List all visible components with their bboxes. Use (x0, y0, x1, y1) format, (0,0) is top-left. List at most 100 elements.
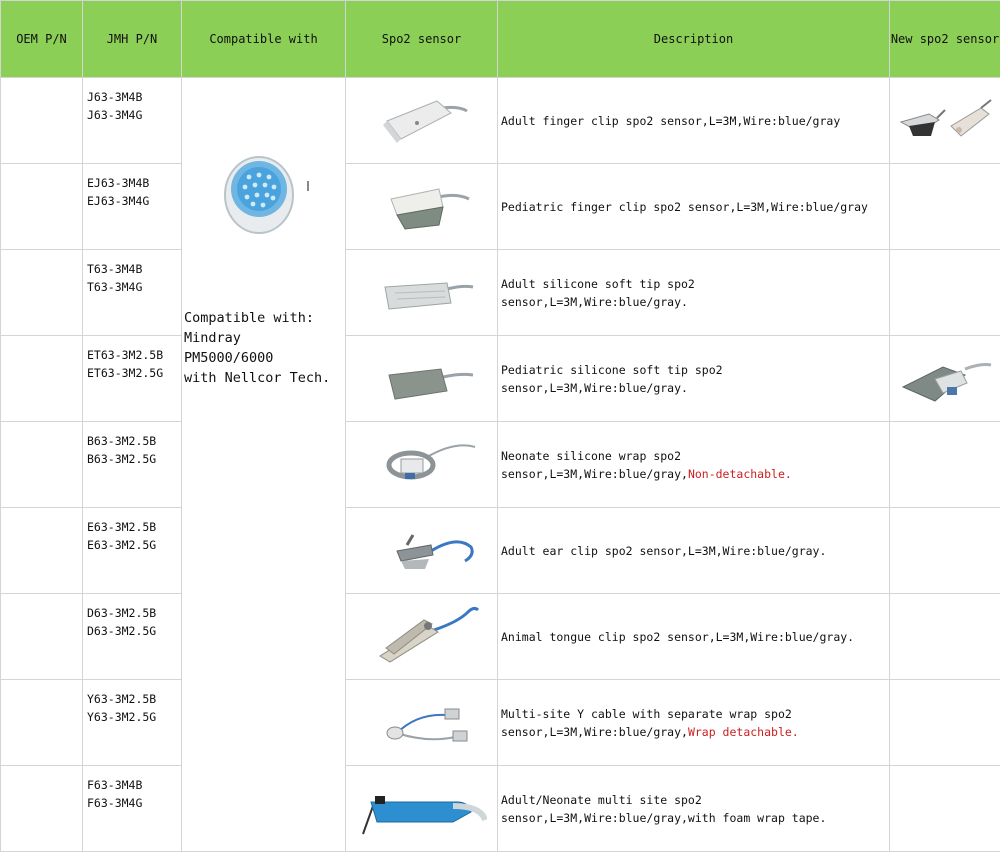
new-sensor-cell (890, 508, 1000, 594)
jmh-pn-cell: D63-3M2.5B D63-3M2.5G (83, 594, 182, 680)
description-cell: Neonate silicone wrap spo2 sensor,L=3M,W… (498, 422, 890, 508)
new-sensor-cell (890, 766, 1000, 852)
jmh-pn-gray: F63-3M4G (87, 794, 181, 812)
new-sensor-cell (890, 164, 1000, 250)
new-soft-tip-icon (895, 349, 995, 409)
foam-wrap-icon (357, 776, 487, 842)
description-text: Pediatric finger clip spo2 sensor,L=3M,W… (501, 200, 868, 214)
y-cable-icon (367, 693, 477, 753)
sensor-image-cell (346, 508, 498, 594)
table-row: E63-3M2.5B E63-3M2.5G Adult ear clip spo… (1, 508, 1000, 594)
round-connector-icon (209, 143, 319, 243)
sensor-image-cell (346, 766, 498, 852)
oem-pn-cell (1, 508, 83, 594)
jmh-pn-gray: ET63-3M2.5G (87, 364, 181, 382)
adult-finger-clip-icon (367, 91, 477, 151)
new-sensor-cell (890, 422, 1000, 508)
description-warning: Non-detachable. (688, 467, 792, 481)
jmh-pn-blue: T63-3M4B (87, 260, 181, 278)
description-text: Adult/Neonate multi site spo2 sensor,L=3… (501, 793, 826, 825)
jmh-pn-cell: T63-3M4B T63-3M4G (83, 250, 182, 336)
jmh-pn-gray: Y63-3M2.5G (87, 708, 181, 726)
jmh-pn-cell: EJ63-3M4B EJ63-3M4G (83, 164, 182, 250)
oem-pn-cell (1, 78, 83, 164)
compatible-text: Compatible with: Mindray PM5000/6000 wit… (182, 308, 345, 388)
jmh-pn-gray: E63-3M2.5G (87, 536, 181, 554)
oem-pn-cell (1, 680, 83, 766)
description-cell: Adult silicone soft tip spo2 sensor,L=3M… (498, 250, 890, 336)
table-row: B63-3M2.5B B63-3M2.5G Neonate silicone w… (1, 422, 1000, 508)
oem-pn-cell (1, 422, 83, 508)
description-cell: Adult ear clip spo2 sensor,L=3M,Wire:blu… (498, 508, 890, 594)
sensor-image-cell (346, 164, 498, 250)
product-table: OEM P/N JMH P/N Compatible with Spo2 sen… (0, 0, 1000, 852)
jmh-pn-gray: J63-3M4G (87, 106, 181, 124)
jmh-pn-cell: B63-3M2.5B B63-3M2.5G (83, 422, 182, 508)
oem-pn-cell (1, 336, 83, 422)
description-text: Adult ear clip spo2 sensor,L=3M,Wire:blu… (501, 544, 826, 558)
description-cell: Adult finger clip spo2 sensor,L=3M,Wire:… (498, 78, 890, 164)
table-row: EJ63-3M4B EJ63-3M4G Pediatric finger cli… (1, 164, 1000, 250)
new-sensor-cell (890, 336, 1000, 422)
table-row: D63-3M2.5B D63-3M2.5G Animal tongue clip… (1, 594, 1000, 680)
oem-pn-cell (1, 164, 83, 250)
sensor-image-cell (346, 422, 498, 508)
new-sensor-cell (890, 250, 1000, 336)
new-finger-clip-pair-icon (895, 96, 995, 146)
jmh-pn-gray: B63-3M2.5G (87, 450, 181, 468)
jmh-pn-blue: F63-3M4B (87, 776, 181, 794)
sensor-image-cell (346, 78, 498, 164)
jmh-pn-gray: T63-3M4G (87, 278, 181, 296)
description-cell: Multi-site Y cable with separate wrap sp… (498, 680, 890, 766)
neonate-wrap-icon (367, 435, 477, 495)
sensor-image-cell (346, 680, 498, 766)
table-row: J63-3M4B J63-3M4G (1, 78, 1000, 164)
adult-soft-tip-icon (367, 263, 477, 323)
header-new-spo2-sensor: New spo2 sensor (890, 1, 1000, 78)
table-row: T63-3M4B T63-3M4G Adult silicone soft ti… (1, 250, 1000, 336)
description-cell: Pediatric finger clip spo2 sensor,L=3M,W… (498, 164, 890, 250)
jmh-pn-gray: D63-3M2.5G (87, 622, 181, 640)
description-cell: Pediatric silicone soft tip spo2 sensor,… (498, 336, 890, 422)
compatible-cell: Compatible with: Mindray PM5000/6000 wit… (182, 78, 346, 852)
header-jmh-pn: JMH P/N (83, 1, 182, 78)
description-warning: Wrap detachable. (688, 725, 799, 739)
header-description: Description (498, 1, 890, 78)
description-text: Adult silicone soft tip spo2 sensor,L=3M… (501, 277, 695, 309)
new-sensor-cell (890, 594, 1000, 680)
table-row: Y63-3M2.5B Y63-3M2.5G Multi-site Y cable… (1, 680, 1000, 766)
new-sensor-cell (890, 78, 1000, 164)
jmh-pn-cell: E63-3M2.5B E63-3M2.5G (83, 508, 182, 594)
new-sensor-cell (890, 680, 1000, 766)
jmh-pn-gray: EJ63-3M4G (87, 192, 181, 210)
header-spo2-sensor: Spo2 sensor (346, 1, 498, 78)
pediatric-soft-tip-icon (367, 349, 477, 409)
jmh-pn-blue: D63-3M2.5B (87, 604, 181, 622)
jmh-pn-blue: EJ63-3M4B (87, 174, 181, 192)
ear-clip-icon (367, 521, 477, 581)
description-text: Pediatric silicone soft tip spo2 sensor,… (501, 363, 723, 395)
table-row: F63-3M4B F63-3M4G Adult/Neonate multi si… (1, 766, 1000, 852)
sensor-image-cell (346, 336, 498, 422)
description-cell: Adult/Neonate multi site spo2 sensor,L=3… (498, 766, 890, 852)
jmh-pn-blue: B63-3M2.5B (87, 432, 181, 450)
sensor-image-cell (346, 250, 498, 336)
jmh-pn-blue: ET63-3M2.5B (87, 346, 181, 364)
header-oem-pn: OEM P/N (1, 1, 83, 78)
jmh-pn-cell: F63-3M4B F63-3M4G (83, 766, 182, 852)
tongue-clip-icon (362, 604, 482, 670)
pediatric-finger-clip-icon (367, 177, 477, 237)
oem-pn-cell (1, 594, 83, 680)
jmh-pn-blue: E63-3M2.5B (87, 518, 181, 536)
description-text: Animal tongue clip spo2 sensor,L=3M,Wire… (501, 630, 854, 644)
jmh-pn-blue: Y63-3M2.5B (87, 690, 181, 708)
table-row: ET63-3M2.5B ET63-3M2.5G Pediatric silico… (1, 336, 1000, 422)
header-row: OEM P/N JMH P/N Compatible with Spo2 sen… (1, 1, 1000, 78)
description-text: Neonate silicone wrap spo2 sensor,L=3M,W… (501, 449, 688, 481)
description-cell: Animal tongue clip spo2 sensor,L=3M,Wire… (498, 594, 890, 680)
header-compatible-with: Compatible with (182, 1, 346, 78)
jmh-pn-cell: ET63-3M2.5B ET63-3M2.5G (83, 336, 182, 422)
jmh-pn-blue: J63-3M4B (87, 88, 181, 106)
sensor-image-cell (346, 594, 498, 680)
jmh-pn-cell: Y63-3M2.5B Y63-3M2.5G (83, 680, 182, 766)
